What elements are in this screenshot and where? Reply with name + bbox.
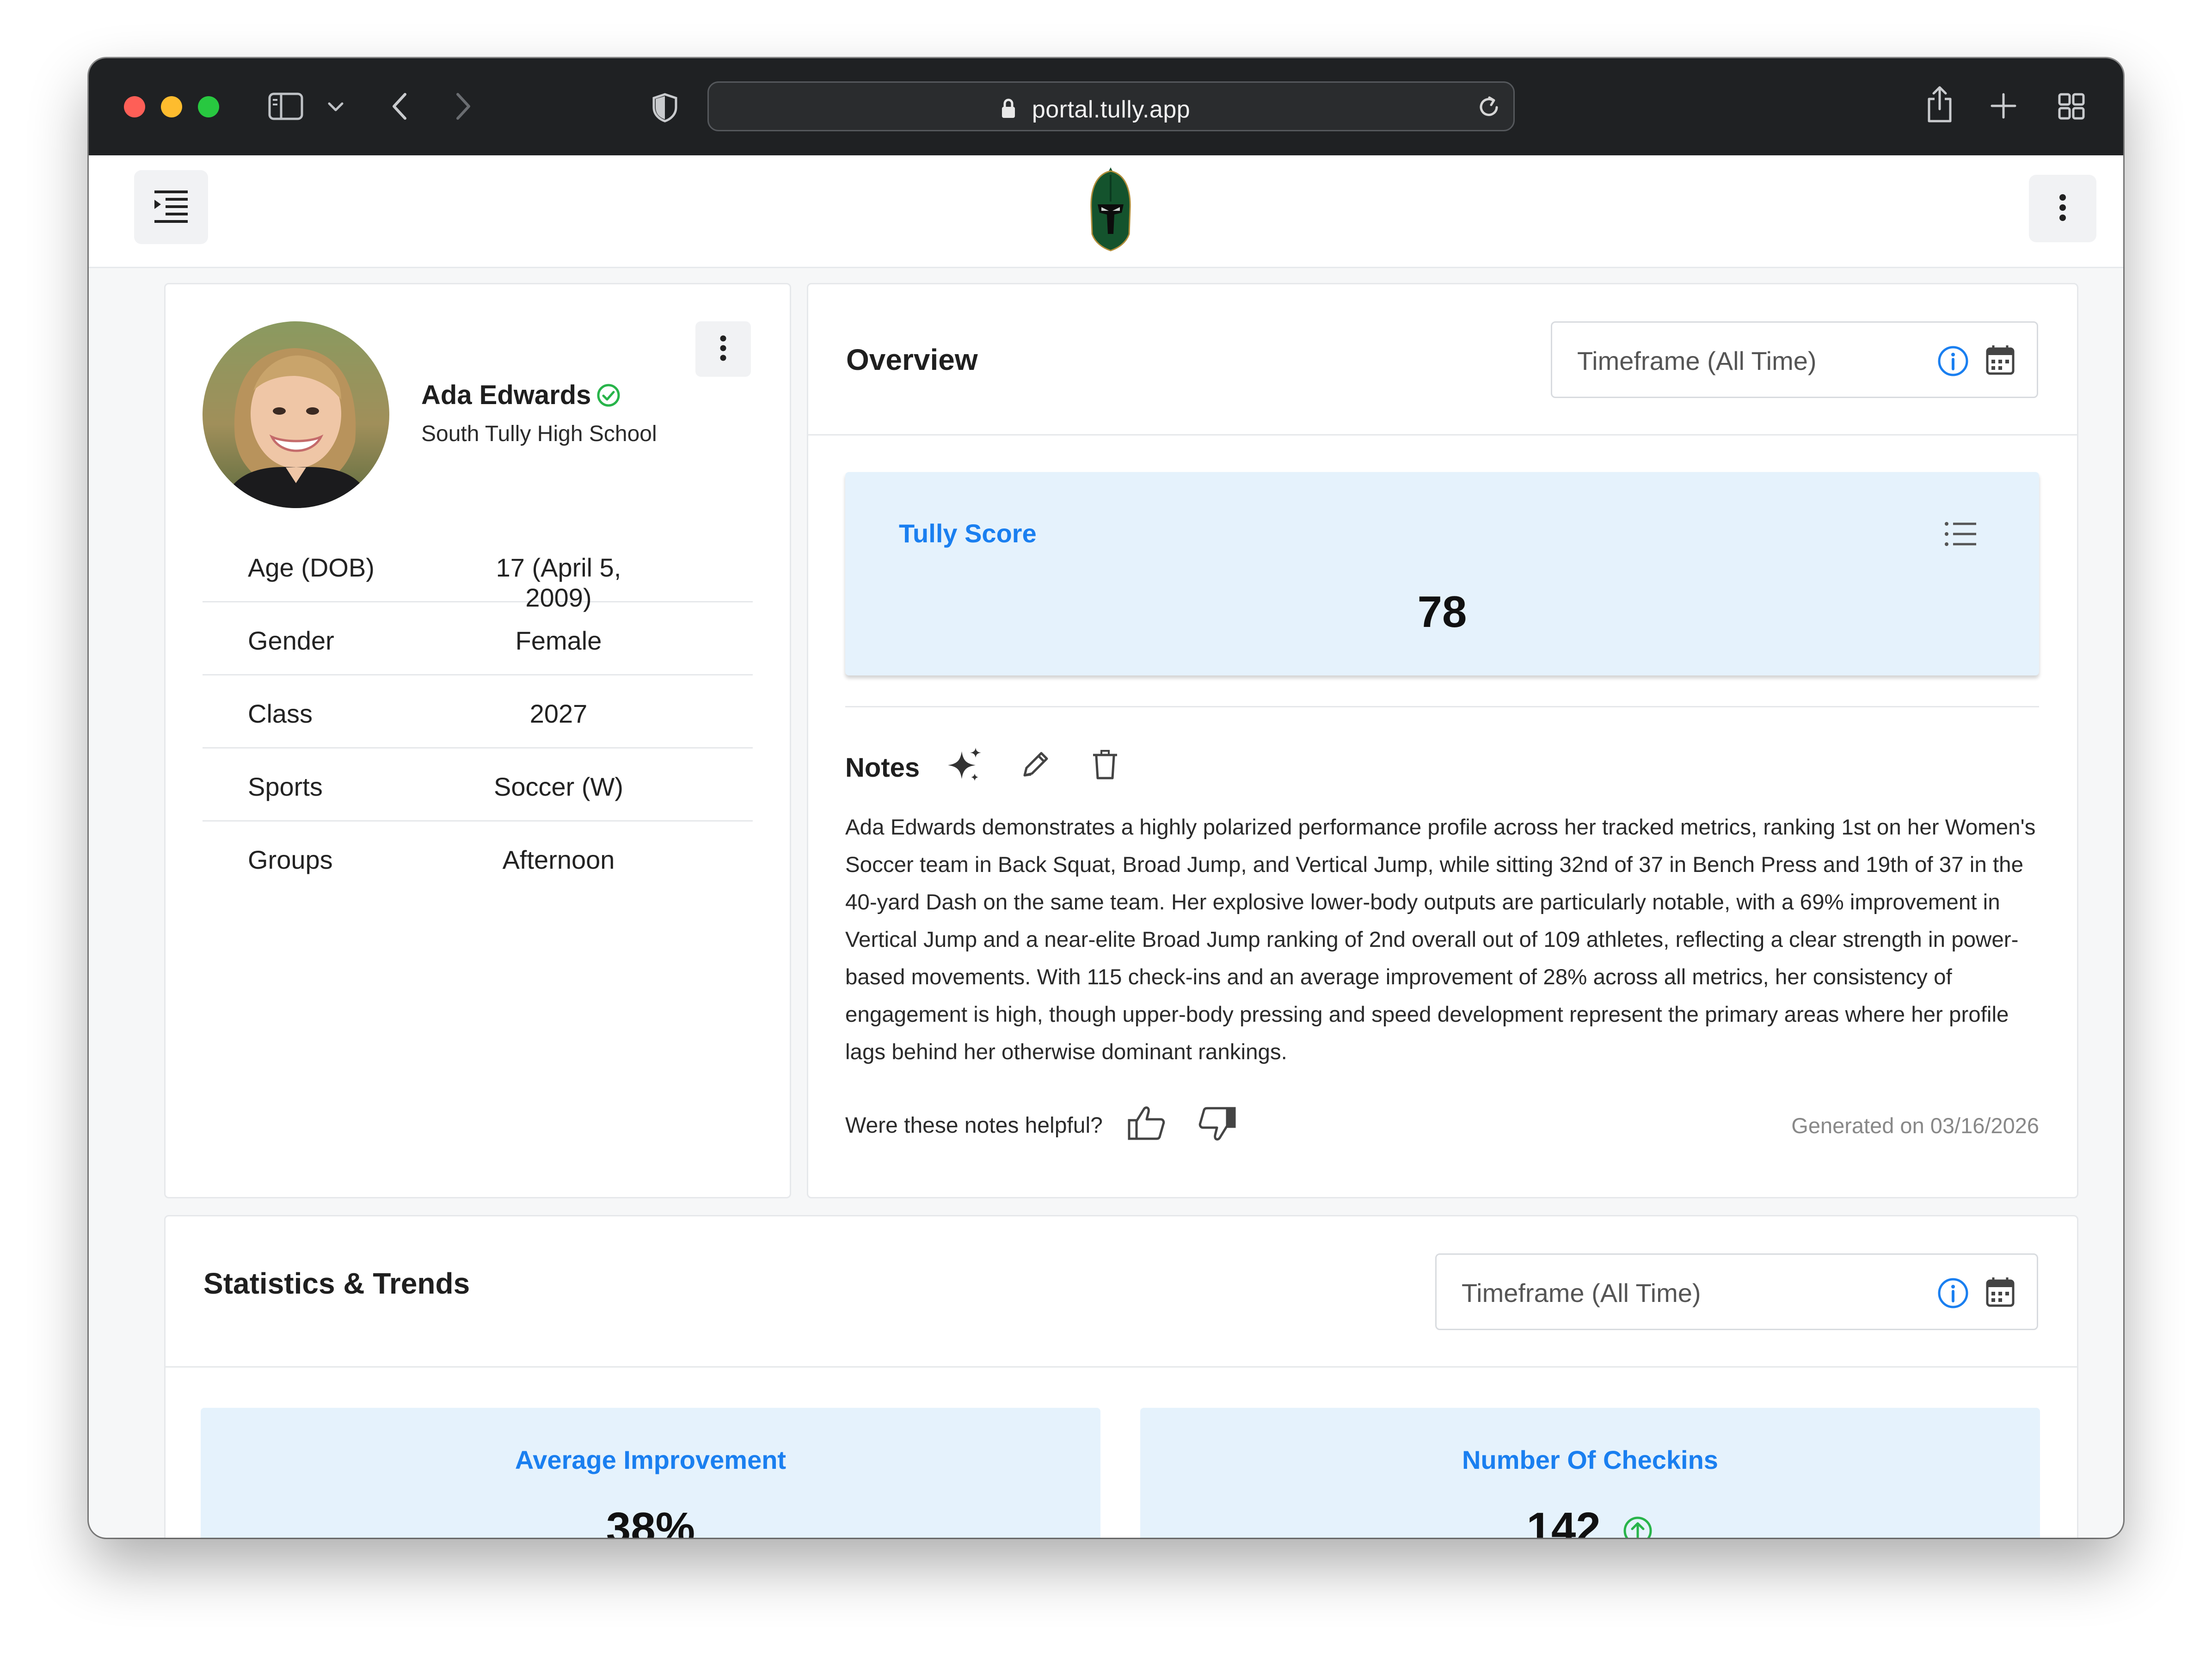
- new-tab-icon[interactable]: [1990, 92, 2017, 119]
- stat-label: Average Improvement: [515, 1445, 786, 1474]
- tab-overview-icon[interactable]: [2058, 92, 2085, 120]
- minimize-window-button[interactable]: [161, 96, 182, 117]
- info-icon[interactable]: [1937, 1277, 1969, 1312]
- list-icon[interactable]: [1944, 520, 1977, 550]
- spartan-logo[interactable]: [1088, 165, 1134, 255]
- info-row-sports: Sports Soccer (W): [203, 749, 753, 822]
- app-header: [89, 155, 2123, 268]
- edit-pencil-icon[interactable]: [1019, 749, 1051, 783]
- more-vertical-icon: [719, 335, 727, 363]
- overview-card: Overview Timeframe (All Time) Tully Scor…: [807, 283, 2078, 1198]
- menu-indent-icon: [153, 188, 190, 227]
- info-label: Gender: [248, 626, 334, 655]
- info-value: Female: [515, 626, 602, 655]
- stat-value: 38%: [606, 1504, 695, 1538]
- menu-toggle-button[interactable]: [134, 170, 208, 244]
- browser-toolbar: portal.tully.app: [89, 58, 2123, 155]
- info-row-age: Age (DOB) 17 (April 5, 2009): [203, 529, 753, 612]
- info-label: Age (DOB): [248, 553, 375, 582]
- notes-text: Ada Edwards demonstrates a highly polari…: [845, 815, 2036, 1064]
- statistics-title: Statistics & Trends: [203, 1267, 470, 1300]
- profile-card: Ada Edwards South Tully High School Age …: [164, 283, 791, 1198]
- notes-title: Notes: [845, 753, 920, 783]
- timeframe-text: Timeframe (All Time): [1462, 1278, 1701, 1307]
- athlete-name: Ada Edwards: [421, 380, 591, 410]
- header-more-button[interactable]: [2029, 175, 2096, 242]
- stat-label: Number Of Checkins: [1462, 1445, 1718, 1474]
- share-icon[interactable]: [1924, 85, 1955, 124]
- info-label: Groups: [248, 845, 333, 874]
- statistics-card: Statistics & Trends Timeframe (All Time)…: [164, 1215, 2078, 1538]
- sparkle-ai-icon[interactable]: [946, 747, 983, 786]
- overview-timeframe-select[interactable]: Timeframe (All Time): [1551, 321, 2038, 398]
- trend-up-icon: [1622, 1506, 1653, 1538]
- overview-title: Overview: [846, 343, 978, 376]
- number-of-checkins-panel: Number Of Checkins 142: [1140, 1408, 2040, 1538]
- thumbs-up-icon[interactable]: [1127, 1105, 1166, 1144]
- privacy-shield-icon[interactable]: [651, 92, 679, 123]
- info-label: Sports: [248, 772, 323, 801]
- statistics-timeframe-select[interactable]: Timeframe (All Time): [1435, 1253, 2038, 1330]
- timeframe-text: Timeframe (All Time): [1577, 346, 1817, 375]
- info-icon[interactable]: [1937, 345, 1969, 380]
- info-row-gender: Gender Female: [203, 602, 753, 675]
- url-text: portal.tully.app: [1032, 96, 1191, 123]
- info-row-groups: Groups Afternoon: [203, 822, 753, 895]
- calendar-icon[interactable]: [1985, 1276, 2015, 1311]
- info-value: Soccer (W): [494, 772, 623, 801]
- back-arrow-icon[interactable]: [390, 92, 409, 121]
- more-vertical-icon: [2058, 194, 2067, 224]
- statistics-divider: [166, 1366, 2077, 1368]
- forward-arrow-icon[interactable]: [454, 92, 473, 121]
- athlete-school: South Tully High School: [421, 422, 657, 446]
- address-bar[interactable]: portal.tully.app: [707, 81, 1515, 131]
- tully-score-panel: Tully Score 78: [845, 472, 2039, 675]
- tully-score-value: 78: [1417, 587, 1467, 637]
- info-value: Afternoon: [502, 845, 615, 874]
- profile-more-button[interactable]: [695, 321, 751, 377]
- close-window-button[interactable]: [124, 96, 145, 117]
- chevron-down-icon[interactable]: [327, 102, 344, 113]
- browser-window: portal.tully.app Ada Edwards South Tully…: [89, 58, 2123, 1538]
- info-label: Class: [248, 699, 313, 728]
- checkins-count: 142: [1526, 1504, 1601, 1538]
- info-value: 2027: [529, 699, 588, 728]
- calendar-icon[interactable]: [1985, 344, 2015, 379]
- avatar: [203, 321, 389, 508]
- zoom-window-button[interactable]: [198, 96, 219, 117]
- tully-score-label: Tully Score: [899, 519, 1037, 548]
- stat-value: 142: [1140, 1503, 2040, 1538]
- generated-date: Generated on 03/16/2026: [1791, 1113, 2039, 1138]
- delete-trash-icon[interactable]: [1091, 749, 1119, 783]
- reload-icon[interactable]: [1476, 95, 1501, 122]
- average-improvement-panel: Average Improvement 38%: [201, 1408, 1100, 1538]
- info-row-class: Class 2027: [203, 675, 753, 749]
- notes-divider: [845, 706, 2039, 707]
- thumbs-down-icon[interactable]: [1198, 1105, 1236, 1145]
- sidebar-toggle-icon[interactable]: [268, 92, 303, 120]
- helpful-prompt: Were these notes helpful?: [845, 1113, 1103, 1138]
- verified-check-icon: [596, 383, 621, 410]
- overview-divider: [808, 434, 2077, 436]
